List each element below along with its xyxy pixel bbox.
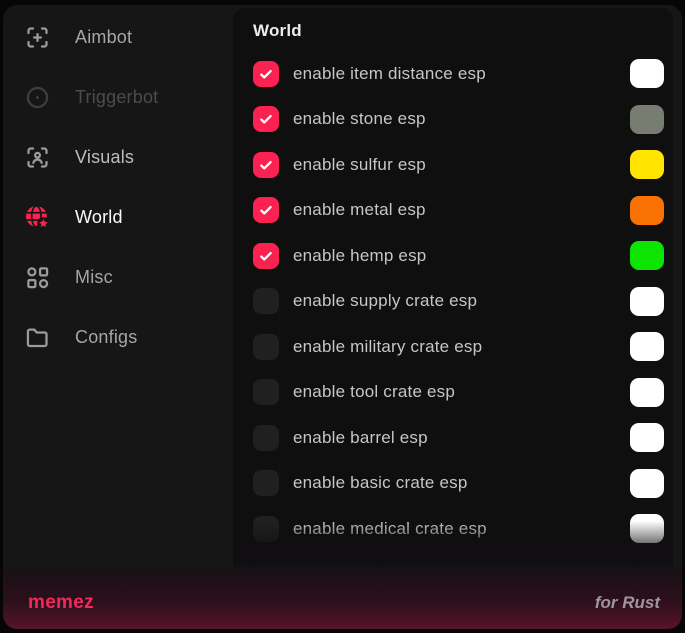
esp-row-label: enable supply crate esp <box>293 291 477 311</box>
esp-row-label: enable sulfur esp <box>293 155 426 175</box>
esp-row-label: enable hemp esp <box>293 246 426 266</box>
sidebar-item-label: Aimbot <box>75 27 132 48</box>
esp-checkbox[interactable] <box>253 106 279 132</box>
sidebar-item-world[interactable]: World <box>3 187 233 247</box>
esp-row: enable item distance esp <box>253 51 664 97</box>
esp-row-label: enable medical crate esp <box>293 519 487 539</box>
checkmark-icon <box>258 66 274 82</box>
esp-checkbox[interactable] <box>253 425 279 451</box>
esp-checkbox[interactable] <box>253 516 279 542</box>
esp-color-swatch[interactable] <box>630 378 664 407</box>
esp-row: enable sulfur esp <box>253 142 664 188</box>
settings-panel: World enable item distance esp enable st… <box>233 8 673 566</box>
user-scan-icon <box>24 144 51 171</box>
sidebar: Aimbot Triggerbot Visuals <box>3 5 233 570</box>
checkmark-icon <box>258 111 274 127</box>
esp-row-label: enable military crate esp <box>293 337 482 357</box>
esp-row: enable barrel esp <box>253 415 664 461</box>
esp-checkbox[interactable] <box>253 334 279 360</box>
sidebar-item-label: Configs <box>75 327 137 348</box>
sidebar-item-visuals[interactable]: Visuals <box>3 127 233 187</box>
esp-row-label: enable barrel esp <box>293 428 428 448</box>
folder-icon <box>24 324 51 351</box>
esp-row-list: enable item distance esp enable stone es… <box>253 51 664 566</box>
esp-color-swatch[interactable] <box>630 287 664 316</box>
esp-row-label: enable tool crate esp <box>293 382 455 402</box>
crosshair-plus-icon <box>24 24 51 51</box>
checkmark-icon <box>258 248 274 264</box>
esp-color-swatch[interactable] <box>630 469 664 498</box>
esp-row: enable military crate esp <box>253 324 664 370</box>
esp-color-swatch[interactable] <box>630 560 664 566</box>
esp-row: enable hemp esp <box>253 233 664 279</box>
esp-row-label: enable item distance esp <box>293 64 486 84</box>
esp-row-label: enable metal esp <box>293 200 426 220</box>
esp-color-swatch[interactable] <box>630 423 664 452</box>
sidebar-item-misc[interactable]: Misc <box>3 247 233 307</box>
esp-checkbox[interactable] <box>253 152 279 178</box>
esp-checkbox[interactable] <box>253 379 279 405</box>
cheat-menu-window: Aimbot Triggerbot Visuals <box>3 5 682 629</box>
esp-checkbox[interactable] <box>253 470 279 496</box>
esp-row: enable supply crate esp <box>253 279 664 325</box>
panel-title: World <box>253 20 664 42</box>
sidebar-item-label: Triggerbot <box>75 87 158 108</box>
esp-row: enable basic crate esp <box>253 461 664 507</box>
esp-color-swatch[interactable] <box>630 514 664 543</box>
globe-star-icon <box>24 204 51 231</box>
footer-bar: memez for Rust <box>3 570 682 629</box>
esp-row: enable tool crate esp <box>253 370 664 416</box>
checkmark-icon <box>258 202 274 218</box>
circle-dot-icon <box>24 84 51 111</box>
sidebar-item-triggerbot[interactable]: Triggerbot <box>3 67 233 127</box>
esp-color-swatch[interactable] <box>630 59 664 88</box>
category-grid-icon <box>24 264 51 291</box>
sidebar-item-configs[interactable]: Configs <box>3 307 233 367</box>
checkmark-icon <box>258 157 274 173</box>
esp-row: enable metal esp <box>253 188 664 234</box>
esp-row: enable medical crate esp <box>253 506 664 552</box>
esp-color-swatch[interactable] <box>630 196 664 225</box>
esp-color-swatch[interactable] <box>630 241 664 270</box>
esp-checkbox[interactable] <box>253 288 279 314</box>
edition-label: for Rust <box>595 593 660 613</box>
esp-checkbox[interactable] <box>253 61 279 87</box>
sidebar-item-aimbot[interactable]: Aimbot <box>3 7 233 67</box>
esp-color-swatch[interactable] <box>630 105 664 134</box>
esp-color-swatch[interactable] <box>630 150 664 179</box>
esp-checkbox[interactable] <box>253 243 279 269</box>
esp-color-swatch[interactable] <box>630 332 664 361</box>
sidebar-item-label: Visuals <box>75 147 134 168</box>
esp-row-label: enable basic crate esp <box>293 473 468 493</box>
esp-row <box>253 552 664 567</box>
esp-row-label: enable stone esp <box>293 109 426 129</box>
brand-label: memez <box>28 592 94 614</box>
sidebar-item-label: Misc <box>75 267 113 288</box>
esp-checkbox[interactable] <box>253 561 279 566</box>
sidebar-item-label: World <box>75 207 123 228</box>
esp-row: enable stone esp <box>253 97 664 143</box>
esp-checkbox[interactable] <box>253 197 279 223</box>
